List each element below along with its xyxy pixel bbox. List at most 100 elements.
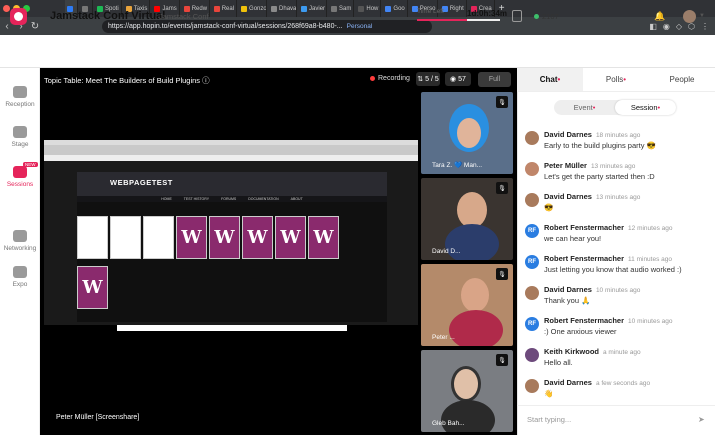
participant-face [457,118,481,148]
tab-chat[interactable]: Chat• [517,68,583,91]
message-author[interactable]: Peter Müller [544,161,587,170]
chat-message: RF Robert Fenstermacher 11 minutes ago Just… [522,254,708,286]
participants-icon: ⇅ [417,76,424,83]
chat-message: David Darnes 18 minutes ago Early to the b… [522,130,708,162]
chat-scope-toggle: Event• Session• [554,100,676,115]
participant-video [449,310,503,346]
message-text: 👋 [544,389,554,398]
viewers-count-button[interactable]: ◉ 57 [445,72,471,86]
avatar[interactable] [683,10,696,23]
sidebar-item-stage[interactable]: Stage [0,126,40,148]
browser-tab[interactable]: Javier [299,0,328,17]
message-author[interactable]: David Darnes [544,285,592,294]
message-text: Hello all. [544,358,573,367]
microphone-icon[interactable]: 🎙 [496,182,508,194]
online-count: 2107 [542,12,559,21]
filmstrip-frame: W [275,216,306,259]
message-author[interactable]: Robert Fenstermacher [544,254,624,263]
extension-icon[interactable]: ◇ [676,22,682,31]
close-window-icon[interactable] [3,5,10,12]
participant-face [457,192,487,228]
send-icon[interactable]: ➤ [698,415,705,424]
avatar[interactable] [525,131,539,145]
browser-tab[interactable]: Sam [329,0,355,17]
video-tile[interactable]: 🎙 Gleb Bah... [421,350,513,432]
event-chat-button[interactable]: Event• [554,100,615,115]
favicon-icon [331,5,338,12]
favicon-icon [301,5,308,12]
sidebar-item-sessions[interactable]: NEW Sessions [0,162,40,188]
message-author[interactable]: Keith Kirkwood [544,347,599,356]
message-author[interactable]: David Darnes [544,378,592,387]
message-timestamp: 13 minutes ago [590,163,636,170]
viewers-count: 57 [458,75,466,83]
message-timestamp: 11 minutes ago [628,256,672,263]
session-chat-button[interactable]: Session• [615,100,676,115]
chevron-down-icon[interactable]: ▼ [699,13,705,19]
avatar[interactable] [525,193,539,207]
extension-icon[interactable]: ◧ [649,22,657,31]
exit-event-icon[interactable] [512,10,522,22]
video-tile[interactable]: 🎙 Tara Z. 💙 Man... [421,92,513,174]
message-author-row: Robert Fenstermacher 12 minutes ago [544,223,672,232]
message-author-row: David Darnes 18 minutes ago [544,130,640,139]
new-badge: NEW [23,162,38,167]
participants-count-button[interactable]: ⇅ 5 / 5 [416,72,440,86]
recording-label: Recording [378,75,410,82]
microphone-icon[interactable]: 🎙 [496,354,508,366]
message-text: Let's get the party started then :D [544,172,655,181]
tab-polls[interactable]: Polls• [583,68,649,91]
message-author[interactable]: Robert Fenstermacher [544,223,624,232]
sidebar-item-expo[interactable]: Expo [0,266,40,288]
bell-icon[interactable]: 🔔 [654,11,665,22]
message-timestamp: a minute ago [603,349,641,356]
avatar[interactable] [525,348,539,362]
message-text: 😎 [544,203,554,212]
avatar[interactable]: RF [525,255,539,269]
message-author-row: Robert Fenstermacher 10 minutes ago [544,316,672,325]
sidebar-item-reception[interactable]: Reception [0,86,40,108]
microphone-icon[interactable]: 🎙 [496,268,508,280]
reload-icon[interactable]: ↻ [28,21,42,32]
tab-label: Chat [539,75,558,84]
chat-input-placeholder: Start typing... [527,415,572,424]
message-timestamp: a few seconds ago [595,380,651,387]
video-tile[interactable]: 🎙 David D... [421,178,513,260]
sidebar-item-networking[interactable]: Networking [0,230,40,252]
message-author[interactable]: David Darnes [544,130,592,139]
avatar[interactable] [525,379,539,393]
profile-label[interactable]: Personal [347,23,373,30]
full-button[interactable]: Full [478,72,511,87]
message-text: :) One anxious viewer [544,327,617,336]
avatar[interactable] [525,286,539,300]
avatar[interactable] [525,162,539,176]
filmstrip-frame: W [308,216,339,259]
screenshare-nav-item: HOME [161,197,172,201]
eye-icon: ◉ [450,76,457,83]
sidebar-item-label: Stage [11,141,29,148]
participants-count: 5 / 5 [425,75,439,83]
extension-icon[interactable]: ◉ [663,22,670,31]
microphone-icon[interactable]: 🎙 [496,96,508,108]
browser-tab[interactable]: Goo [383,0,408,17]
time-left-value: 1d:0h:34m [467,9,508,18]
segment-label: Event [573,103,593,112]
avatar[interactable]: RF [525,317,539,331]
tab-people[interactable]: People [649,68,715,91]
message-author[interactable]: Robert Fenstermacher [544,316,624,325]
extensions-menu-icon[interactable]: ⋮ [701,22,709,31]
browser-tab[interactable]: Dhaval Pa [269,0,298,17]
browser-tab[interactable]: Real [212,0,238,17]
app-header [0,35,715,68]
browser-tab[interactable]: How [356,0,382,17]
message-author[interactable]: David Darnes [544,192,592,201]
hopin-logo[interactable] [10,8,27,25]
organizer-name[interactable]: Jamstack Conf [159,12,209,21]
filmstrip-frame: W [176,216,207,259]
browser-tab[interactable]: Gonzo [239,0,268,17]
video-tile[interactable]: 🎙 Peter ... [421,264,513,346]
sidebar-item-label: Reception [5,101,35,108]
avatar[interactable]: RF [525,224,539,238]
message-author-row: Keith Kirkwood a minute ago [544,347,641,356]
sidebar-item-label: Expo [12,281,28,288]
